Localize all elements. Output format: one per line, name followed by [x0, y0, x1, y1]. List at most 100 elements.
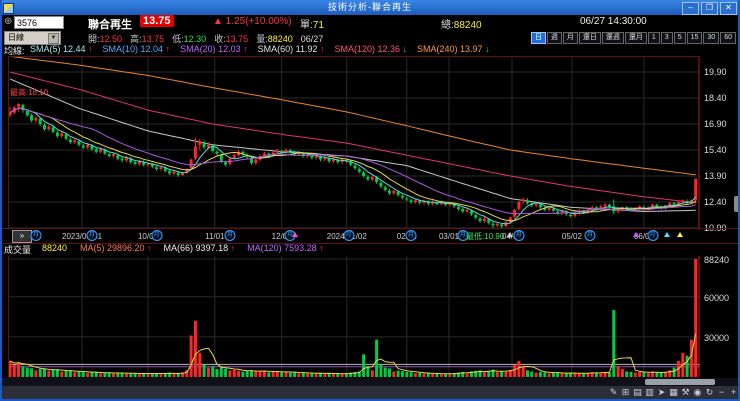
period-button-5[interactable]: 5	[673, 32, 686, 44]
ma-item-text: SMA(20) 12.03	[180, 44, 244, 54]
ohlc-field-value: 88240	[267, 34, 293, 44]
signal-triangle-icon	[507, 232, 514, 237]
ohlc-field-value: 06/27	[300, 34, 324, 44]
ohlc-field: 06/27	[301, 34, 324, 44]
price-axis-label: 18.40	[704, 93, 727, 103]
price-axis-label: 15.40	[704, 145, 727, 155]
ma-item: SMA(20) 12.03 ↑	[180, 44, 248, 54]
close-button[interactable]: ✕	[720, 2, 737, 15]
volume-chart-pane[interactable]: 88240 60000 30000	[0, 255, 740, 379]
stock-code-input[interactable]	[14, 16, 64, 29]
ma-item: SMA(240) 13.97 ↓	[417, 44, 490, 54]
signal-triangle-icon	[663, 232, 670, 237]
tools-icon[interactable]: ⚒	[680, 387, 691, 398]
up-arrow-icon: ↑	[319, 243, 324, 253]
unit-volume: 單:71	[300, 16, 324, 31]
month-badge: 月	[513, 230, 525, 241]
ma-item: SMA(10) 12.04 ↑	[103, 44, 171, 54]
month-badge: 月	[584, 230, 596, 241]
scrollbar-thumb[interactable]	[645, 379, 715, 385]
period-button-60[interactable]: 60	[720, 32, 736, 44]
volume-ma-text: MA(66) 9397.18	[163, 243, 231, 253]
cursor-icon[interactable]: ➤	[656, 387, 667, 398]
volume-axis-label: 88240	[704, 255, 730, 265]
date-tick-label: 05/02	[561, 232, 582, 241]
annotate-icon[interactable]: ✎	[608, 387, 619, 398]
window-icon[interactable]: ⊞	[620, 387, 631, 398]
ohlc-field-label: 量:	[256, 34, 268, 44]
eye-icon[interactable]: ◉	[692, 387, 703, 398]
ma-item-text: SMA(10) 12.04	[102, 44, 166, 54]
date-axis: » 2023/09/0110/0211/0112/012024/01/0202/…	[0, 228, 740, 244]
period-buttons: 日週月還日 還週 還月 1 3 5 15 30 60	[530, 31, 736, 44]
ma-item-text: SMA(120) 12.36	[334, 44, 403, 54]
period-button-月[interactable]: 月	[562, 32, 578, 44]
up-arrow-icon: ↑	[243, 44, 248, 54]
ma-item: SMA(60) 11.92 ↑	[258, 44, 325, 54]
period-button-15[interactable]: 15	[686, 32, 703, 44]
period-button-日[interactable]: 日	[530, 32, 546, 44]
ma-item-text: SMA(60) 11.92	[257, 44, 320, 54]
period-button-週[interactable]: 週	[546, 32, 562, 44]
save-icon[interactable]: ▤	[632, 387, 643, 398]
month-badge: 月	[86, 230, 98, 241]
ohlc-field-label: 低:	[172, 34, 184, 44]
refresh-icon[interactable]: ↻	[704, 387, 715, 398]
period-button-30[interactable]: 30	[703, 32, 720, 44]
bottom-toolbar: ✎ ⊞ ▤ ▥ ➤ ▦ ⚒ ◉ ↻ − +	[0, 386, 740, 399]
period-button-1[interactable]: 1	[647, 32, 660, 44]
period-button-3[interactable]: 3	[660, 32, 673, 44]
signal-triangle-icon	[291, 232, 298, 237]
volume-axis-label: 60000	[704, 292, 730, 303]
print-icon[interactable]: ▥	[644, 387, 655, 398]
volume-indicator-bar: 成交量 88240 MA(5) 29896.20 ↑ MA(66) 9397.18…	[0, 243, 740, 256]
price-chart-pane[interactable]: 最高:18.10 19.90 18.40 16.90 15.40 13.90 12.40 1…	[0, 56, 740, 233]
ohlc-field: 高:13.75	[130, 34, 164, 44]
ohlc-field-label: 開:	[88, 34, 100, 44]
down-arrow-icon: ↓	[402, 44, 408, 54]
datetime: 06/27 14:30:00	[580, 16, 647, 27]
zoom-out-icon[interactable]: −	[716, 387, 727, 398]
period-button-還月[interactable]: 還月	[624, 32, 647, 44]
up-arrow-icon: ↑	[319, 44, 325, 54]
signal-triangle-icon	[633, 232, 640, 237]
month-badge: 月	[343, 230, 355, 241]
ohlc-field: 開:12.50	[88, 34, 122, 44]
volume-axis-label: 30000	[704, 332, 730, 343]
candlestick-chart[interactable]	[8, 56, 700, 228]
chevron-down-icon: ▼	[48, 33, 59, 44]
ma-item: SMA(5) 12.44 ↑	[30, 44, 93, 54]
ma-item: SMA(120) 12.36 ↓	[334, 44, 407, 54]
skip-left-button[interactable]: »	[12, 230, 32, 243]
ohlc-field-value: 12.50	[99, 34, 123, 44]
volume-chart[interactable]	[8, 256, 700, 378]
total-volume: 總:88240	[441, 16, 482, 31]
month-badge: 月	[224, 230, 236, 241]
horizontal-scrollbar[interactable]	[0, 378, 740, 386]
link-icon[interactable]: ⊕	[4, 16, 12, 27]
minimize-button[interactable]: –	[682, 2, 699, 15]
technical-analysis-window: 技術分析-聯合再生 – ❐ ✕ ⊕ 聯合再生 13.75 ▲ 1.25(+10.…	[0, 0, 740, 401]
ohlc-field-label: 高:	[130, 34, 142, 44]
ohlc-field-value: 13.75	[141, 34, 165, 44]
maximize-button[interactable]: ❐	[701, 2, 718, 15]
period-button-還週[interactable]: 還週	[601, 32, 624, 44]
ohlc-field: 量:88240	[256, 34, 293, 44]
volume-ma-item: MA(66) 9397.18 ↑	[164, 243, 236, 253]
volume-ma-item: MA(5) 29896.20 ↑	[80, 243, 152, 253]
ohlc-field-value: 13.75	[225, 34, 249, 44]
ma-indicator-bar: 均線: SMA(5) 12.44 ↑ SMA(10) 12.04 ↑ SMA(20)…	[0, 44, 740, 56]
month-badge: 月	[151, 230, 163, 241]
ohlc-field-label: 收:	[214, 34, 226, 44]
title-bar: 技術分析-聯合再生 – ❐ ✕	[0, 0, 740, 15]
ma-items: SMA(5) 12.44 ↑ SMA(10) 12.04 ↑ SMA(20) 12.…	[30, 44, 500, 54]
period-button-還日[interactable]: 還日	[578, 32, 601, 44]
period-dropdown[interactable]: 日線 ▼	[4, 31, 61, 45]
price-change: ▲ 1.25(+10.00%)	[213, 16, 292, 27]
grid-icon[interactable]: ▦	[668, 387, 679, 398]
volume-label: 成交量	[4, 245, 32, 255]
up-arrow-icon: ↑	[88, 44, 93, 54]
volume-ma-items: MA(5) 29896.20 ↑ MA(66) 9397.18 ↑ MA(120) …	[80, 243, 336, 253]
price-axis-label: 19.90	[704, 67, 727, 77]
ohlc-field: 低:12.30	[172, 34, 206, 44]
